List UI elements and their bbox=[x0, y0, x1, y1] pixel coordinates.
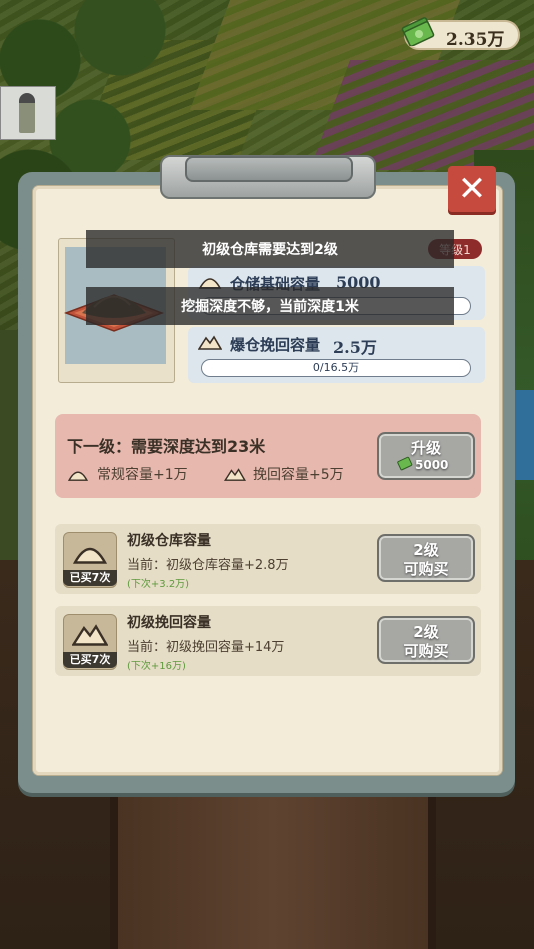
clipboard-clip-top bbox=[185, 156, 353, 182]
currency-display[interactable]: 2.35万 bbox=[401, 17, 520, 50]
currency-amount: 2.35万 bbox=[446, 30, 505, 50]
sand-pile-icon bbox=[67, 471, 89, 481]
cash-icon bbox=[397, 456, 413, 471]
upgrade-button[interactable]: 升级 5000 bbox=[377, 432, 475, 480]
avatar-figure bbox=[19, 93, 35, 133]
bought-count: 已买7次 bbox=[63, 652, 117, 668]
item-current: 当前：初级挽回容量+14万 bbox=[127, 640, 285, 655]
player-avatar[interactable] bbox=[0, 86, 56, 140]
close-button[interactable]: ✕ bbox=[448, 166, 496, 212]
buy-button[interactable]: 2级 可购买 bbox=[377, 616, 475, 664]
list-item: 已买7次 初级仓库容量 当前：初级仓库容量+2.8万 (下次+3.2万) 2级 … bbox=[55, 524, 481, 594]
item-title: 初级挽回容量 bbox=[127, 615, 211, 631]
sand-heap-icon bbox=[223, 468, 247, 481]
buy-level: 2级 bbox=[413, 541, 439, 559]
close-icon: ✕ bbox=[457, 169, 487, 209]
buy-button[interactable]: 2级 可购买 bbox=[377, 534, 475, 582]
upgrade-cost: 5000 bbox=[415, 458, 449, 472]
bought-count: 已买7次 bbox=[63, 570, 117, 586]
overflow-progress-text: 0/16.5万 bbox=[312, 361, 360, 374]
sand-heap-icon bbox=[72, 624, 108, 646]
sand-pile-icon bbox=[72, 547, 108, 564]
depth-warning-toast: 挖掘深度不够，当前深度1米 bbox=[86, 287, 454, 325]
sand-heap-icon bbox=[198, 335, 222, 350]
upgrade-label: 升级 bbox=[410, 439, 441, 457]
item-next: (下次+3.2万) bbox=[127, 579, 190, 590]
item-next: (下次+16万) bbox=[127, 661, 186, 672]
overflow-progress-bar: 0/16.5万 bbox=[201, 359, 471, 377]
requirement-toast: 初级仓库需要达到2级 bbox=[86, 230, 454, 268]
item-title: 初级仓库容量 bbox=[127, 533, 211, 549]
overflow-label: 爆仓挽回容量 bbox=[230, 336, 321, 354]
next-level-title: 下一级：需要深度达到23米 bbox=[67, 437, 266, 456]
item-current: 当前：初级仓库容量+2.8万 bbox=[127, 558, 289, 573]
mine-shaft bbox=[110, 780, 436, 949]
cash-icon bbox=[401, 17, 435, 46]
recover-capacity-bonus: 挽回容量+5万 bbox=[253, 467, 344, 483]
normal-capacity-bonus: 常规容量+1万 bbox=[97, 467, 188, 483]
overflow-capacity-box: 爆仓挽回容量 2.5万 0/16.5万 bbox=[188, 327, 485, 383]
overflow-value: 2.5万 bbox=[333, 338, 377, 357]
buy-status: 可购买 bbox=[403, 642, 449, 660]
buy-level: 2级 bbox=[413, 623, 439, 641]
buy-status: 可购买 bbox=[403, 560, 449, 578]
list-item: 已买7次 初级挽回容量 当前：初级挽回容量+14万 (下次+16万) 2级 可购… bbox=[55, 606, 481, 676]
